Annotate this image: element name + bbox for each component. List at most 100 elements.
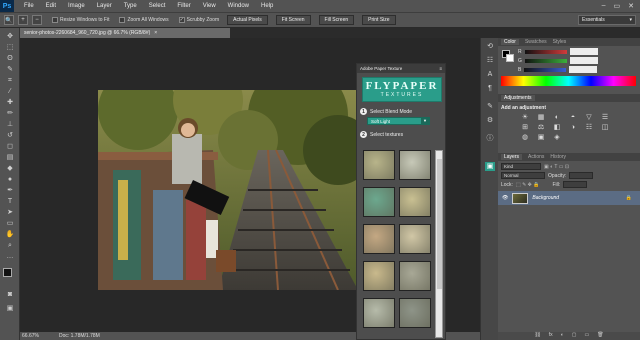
layer-row-background[interactable]: 👁 Background 🔒	[498, 191, 640, 205]
shape-tool-icon[interactable]: ▭	[5, 219, 15, 228]
menu-select[interactable]: Select	[143, 3, 172, 9]
fill-screen-button[interactable]: Fill Screen	[318, 15, 355, 25]
history-icon[interactable]: ⟲	[485, 42, 495, 51]
tool-presets-icon[interactable]: ⚙	[485, 116, 495, 125]
menu-view[interactable]: View	[197, 3, 222, 9]
adjustment-icon[interactable]: ☷	[584, 124, 594, 132]
texture-swatch[interactable]	[399, 150, 431, 180]
hand-tool-icon[interactable]: ✋	[5, 230, 15, 239]
layer-kind-filter[interactable]: Kind	[501, 163, 541, 170]
workspace-select[interactable]: Essentials ▾	[578, 15, 636, 25]
texture-swatch[interactable]	[399, 224, 431, 254]
resize-windows-checkbox[interactable]: Resize Windows to Fit	[52, 17, 109, 23]
menu-file[interactable]: File	[18, 3, 40, 9]
panel-menu-icon[interactable]: ≡	[439, 66, 442, 71]
slider-value[interactable]	[569, 66, 598, 73]
zoom-in-icon[interactable]: +	[18, 15, 28, 25]
opacity-field[interactable]	[569, 172, 594, 179]
pen-tool-icon[interactable]: ✒	[5, 186, 15, 195]
layers-footer-icon[interactable]: 🗑	[597, 332, 603, 340]
texture-swatch[interactable]	[363, 187, 395, 217]
adjustment-icon[interactable]: ☀	[520, 114, 530, 122]
adjustment-icon[interactable]: ◫	[600, 124, 610, 132]
more-tools-icon[interactable]: …	[5, 252, 15, 261]
paragraph-icon[interactable]: ¶	[485, 84, 495, 93]
path-select-tool-icon[interactable]: ➤	[5, 208, 15, 217]
layers-footer-icon[interactable]: fx	[549, 332, 553, 340]
healing-tool-icon[interactable]: ✚	[5, 98, 15, 107]
layers-footer-icon[interactable]: ▢	[572, 332, 577, 340]
screen-mode-icon[interactable]: ▣	[5, 304, 15, 313]
adjustment-icon[interactable]: ▣	[536, 134, 546, 142]
tab-swatches[interactable]: Swatches	[525, 39, 547, 45]
menu-image[interactable]: Image	[62, 3, 91, 9]
slider-value[interactable]	[569, 57, 598, 64]
menu-help[interactable]: Help	[255, 3, 279, 9]
menu-window[interactable]: Window	[222, 3, 255, 9]
actual-pixels-button[interactable]: Actual Pixels	[227, 15, 268, 25]
brush-tool-icon[interactable]: ✏	[5, 109, 15, 118]
layers-footer-icon[interactable]: ◐	[561, 332, 564, 340]
texture-swatch[interactable]	[363, 224, 395, 254]
gradient-tool-icon[interactable]: ▤	[5, 153, 15, 162]
foreground-color-swatch[interactable]	[3, 268, 12, 277]
color-spectrum[interactable]	[501, 76, 636, 86]
crop-tool-icon[interactable]: ⌗	[5, 76, 15, 85]
adjustment-icon[interactable]: ⚖	[536, 124, 546, 132]
paper-texture-icon[interactable]: ▣	[485, 162, 495, 171]
fill-field[interactable]	[563, 181, 588, 188]
slider-track[interactable]	[524, 58, 567, 63]
slider-track[interactable]	[524, 67, 567, 72]
adjustment-icon[interactable]: ◍	[520, 134, 530, 142]
adjustment-icon[interactable]: ⊞	[520, 124, 530, 132]
menu-filter[interactable]: Filter	[171, 3, 196, 9]
print-size-button[interactable]: Print Size	[362, 15, 396, 25]
move-tool-icon[interactable]: ✥	[5, 32, 15, 41]
zoom-out-icon[interactable]: −	[32, 15, 42, 25]
menu-edit[interactable]: Edit	[40, 3, 62, 9]
texture-swatch[interactable]	[363, 150, 395, 180]
tab-styles[interactable]: Styles	[553, 39, 567, 45]
adjustment-icon[interactable]: ◧	[552, 124, 562, 132]
adjustment-icon[interactable]: ◈	[552, 134, 562, 142]
texture-scrollbar[interactable]	[435, 150, 443, 338]
background-color-chip[interactable]	[506, 54, 514, 62]
lasso-tool-icon[interactable]: ʘ	[5, 54, 15, 63]
tab-color[interactable]: Color	[501, 39, 519, 45]
type-tool-icon[interactable]: T	[5, 197, 15, 206]
adjustment-icon[interactable]: ◐	[552, 114, 562, 122]
texture-swatch[interactable]	[399, 261, 431, 291]
document-tab[interactable]: senior-photos-2260684_960_720.jpg @ 66.7…	[20, 28, 230, 38]
scrubby-zoom-checkbox[interactable]: ✓ Scrubby Zoom	[178, 17, 219, 23]
info-icon[interactable]: ⓘ	[485, 134, 495, 143]
maximize-button[interactable]: ▭	[614, 2, 621, 10]
zoom-tool-icon[interactable]: 🔍	[4, 15, 14, 25]
adjustment-icon[interactable]: ▦	[536, 114, 546, 122]
slider-track[interactable]	[524, 49, 567, 54]
eye-icon[interactable]: 👁	[502, 195, 508, 201]
close-button[interactable]: ✕	[628, 2, 634, 10]
quick-select-tool-icon[interactable]: ✎	[5, 65, 15, 74]
document-photo[interactable]	[98, 90, 358, 290]
filter-icons[interactable]: ▣ ◐ T ▭ ⊡	[544, 164, 569, 170]
history-brush-tool-icon[interactable]: ↺	[5, 131, 15, 140]
properties-icon[interactable]: ☷	[485, 56, 495, 65]
layers-footer-icon[interactable]: ▭	[584, 332, 589, 340]
dodge-tool-icon[interactable]: ●	[5, 175, 15, 184]
quick-mask-icon[interactable]: ◙	[5, 290, 15, 299]
tab-layers[interactable]: Layers	[501, 154, 523, 160]
texture-swatch[interactable]	[399, 187, 431, 217]
tab-actions[interactable]: Actions	[528, 154, 544, 160]
zoom-level[interactable]: 66.67%	[22, 333, 39, 339]
adjustment-icon[interactable]: ☰	[600, 114, 610, 122]
zoom-tool-icon[interactable]: ⌕	[5, 241, 15, 250]
blur-tool-icon[interactable]: ◆	[5, 164, 15, 173]
blend-mode-select[interactable]: Soft Light ▼	[367, 117, 430, 125]
menu-layer[interactable]: Layer	[91, 3, 118, 9]
scrollbar-thumb[interactable]	[437, 159, 442, 289]
tab-adjustments[interactable]: Adjustments	[501, 95, 535, 101]
zoom-all-windows-checkbox[interactable]: Zoom All Windows	[119, 17, 169, 23]
adjustment-icon[interactable]: ◓	[568, 114, 578, 122]
texture-swatch[interactable]	[363, 261, 395, 291]
adjustment-icon[interactable]: ▽	[584, 114, 594, 122]
